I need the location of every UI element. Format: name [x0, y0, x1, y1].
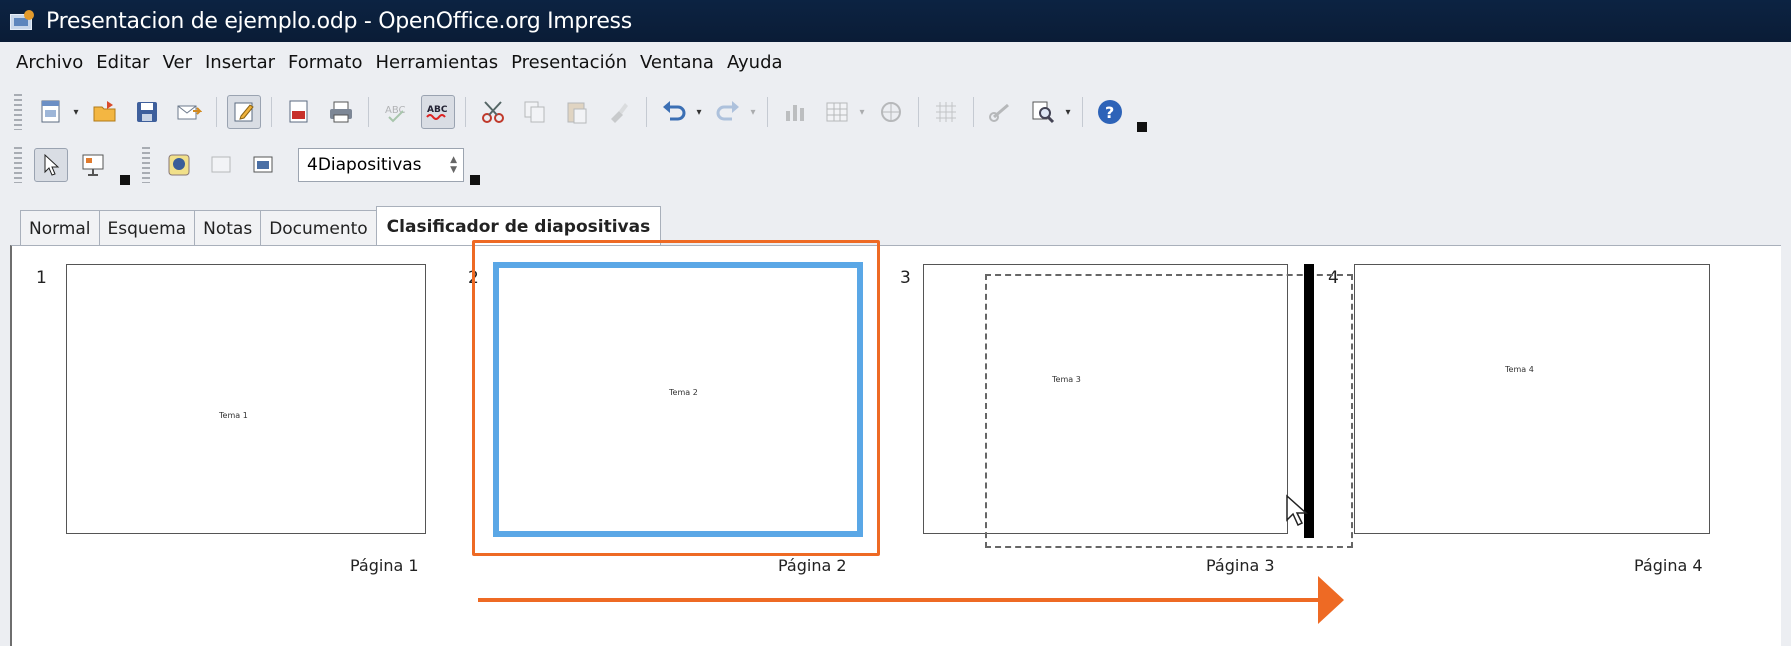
slides-per-row-value[interactable]: 4Diapositivas	[307, 155, 422, 175]
toolbar-overflow[interactable]	[1137, 122, 1147, 132]
slide-number: 1	[36, 268, 47, 288]
tab-notas[interactable]: Notas	[194, 210, 262, 246]
tab-normal[interactable]: Normal	[20, 210, 100, 246]
menu-archivo[interactable]: Archivo	[16, 52, 83, 73]
slides-per-row-field[interactable]: 4Diapositivas ▲ ▼	[298, 148, 464, 182]
save-icon[interactable]	[130, 95, 164, 129]
standard-toolbar: ▾ ABC ABC ▾ ▾ ▾ ▾ ?	[14, 88, 1264, 136]
slide-sorter-area[interactable]: 1 Tema 1 Página 1 2 Tema 2 Página 2 3 Te…	[10, 240, 1781, 646]
toolbar-grip[interactable]	[14, 94, 22, 130]
slide-thumbnail-1[interactable]: Tema 1	[66, 264, 426, 534]
slide-show-icon[interactable]	[76, 148, 110, 182]
menu-herramientas[interactable]: Herramientas	[376, 52, 499, 73]
slide-thumbnail-4[interactable]: Tema 4	[1354, 264, 1710, 534]
toolbar-grip[interactable]	[142, 147, 150, 183]
spin-arrows-icon[interactable]: ▲ ▼	[450, 155, 457, 175]
table-icon[interactable]	[820, 95, 854, 129]
page-label: Página 2	[778, 556, 847, 575]
slide-transition-icon[interactable]	[162, 148, 196, 182]
page-label: Página 4	[1634, 556, 1703, 575]
title-bar: Presentacion de ejemplo.odp - OpenOffice…	[0, 0, 1791, 42]
slide-title-text: Tema 1	[219, 411, 248, 420]
hide-slide-icon[interactable]	[204, 148, 238, 182]
auto-spellcheck-icon[interactable]: ABC	[421, 95, 455, 129]
arrow-right-icon	[1318, 576, 1344, 624]
chevron-down-icon[interactable]: ▾	[695, 95, 703, 129]
svg-text:ABC: ABC	[427, 105, 448, 115]
window-title: Presentacion de ejemplo.odp - OpenOffice…	[46, 8, 632, 34]
menu-insertar[interactable]: Insertar	[205, 52, 275, 73]
toolbar-grip[interactable]	[14, 147, 22, 183]
chevron-down-icon[interactable]: ▾	[858, 95, 866, 129]
select-pointer-icon[interactable]	[34, 148, 68, 182]
tab-documento[interactable]: Documento	[260, 210, 377, 246]
mouse-pointer-icon	[1286, 494, 1308, 527]
menu-ayuda[interactable]: Ayuda	[727, 52, 783, 73]
spellcheck-icon[interactable]: ABC	[379, 95, 413, 129]
slide-number: 3	[900, 268, 911, 288]
chevron-down-icon[interactable]: ▾	[72, 95, 80, 129]
hyperlink-icon[interactable]	[984, 95, 1018, 129]
cut-icon[interactable]	[476, 95, 510, 129]
print-icon[interactable]	[324, 95, 358, 129]
slide-title-text: Tema 4	[1505, 365, 1534, 374]
chart-icon[interactable]	[778, 95, 812, 129]
new-document-icon[interactable]	[34, 95, 68, 129]
menu-editar[interactable]: Editar	[96, 52, 149, 73]
page-label: Página 1	[350, 556, 419, 575]
move-arrow-line	[478, 598, 1324, 602]
navigator-icon[interactable]	[874, 95, 908, 129]
menu-formato[interactable]: Formato	[288, 52, 362, 73]
menu-ventana[interactable]: Ventana	[640, 52, 714, 73]
toolbar-overflow[interactable]	[120, 175, 130, 185]
menu-ver[interactable]: Ver	[163, 52, 192, 73]
copy-icon[interactable]	[518, 95, 552, 129]
help-icon[interactable]: ?	[1093, 95, 1127, 129]
open-folder-icon[interactable]	[88, 95, 122, 129]
chevron-down-icon[interactable]: ▾	[1064, 95, 1072, 129]
zoom-icon[interactable]	[1026, 95, 1060, 129]
svg-text:?: ?	[1105, 103, 1114, 122]
impress-app-icon[interactable]	[10, 10, 36, 32]
highlight-box	[472, 240, 880, 556]
paste-icon[interactable]	[560, 95, 594, 129]
menu-bar: Archivo Editar Ver Insertar Formato Herr…	[16, 52, 783, 73]
grid-icon[interactable]	[929, 95, 963, 129]
menu-presentacion[interactable]: Presentación	[511, 52, 627, 73]
redo-icon[interactable]	[711, 95, 745, 129]
export-pdf-icon[interactable]	[282, 95, 316, 129]
undo-icon[interactable]	[657, 95, 691, 129]
edit-file-icon[interactable]	[227, 95, 261, 129]
clone-formatting-icon[interactable]	[602, 95, 636, 129]
chevron-down-icon[interactable]: ▾	[749, 95, 757, 129]
slide-sorter-toolbar: 4Diapositivas ▲ ▼	[14, 141, 574, 189]
page-label: Página 3	[1206, 556, 1275, 575]
tab-esquema[interactable]: Esquema	[98, 210, 196, 246]
toolbar-overflow[interactable]	[470, 175, 480, 185]
show-slide-icon[interactable]	[246, 148, 280, 182]
email-document-icon[interactable]	[172, 95, 206, 129]
